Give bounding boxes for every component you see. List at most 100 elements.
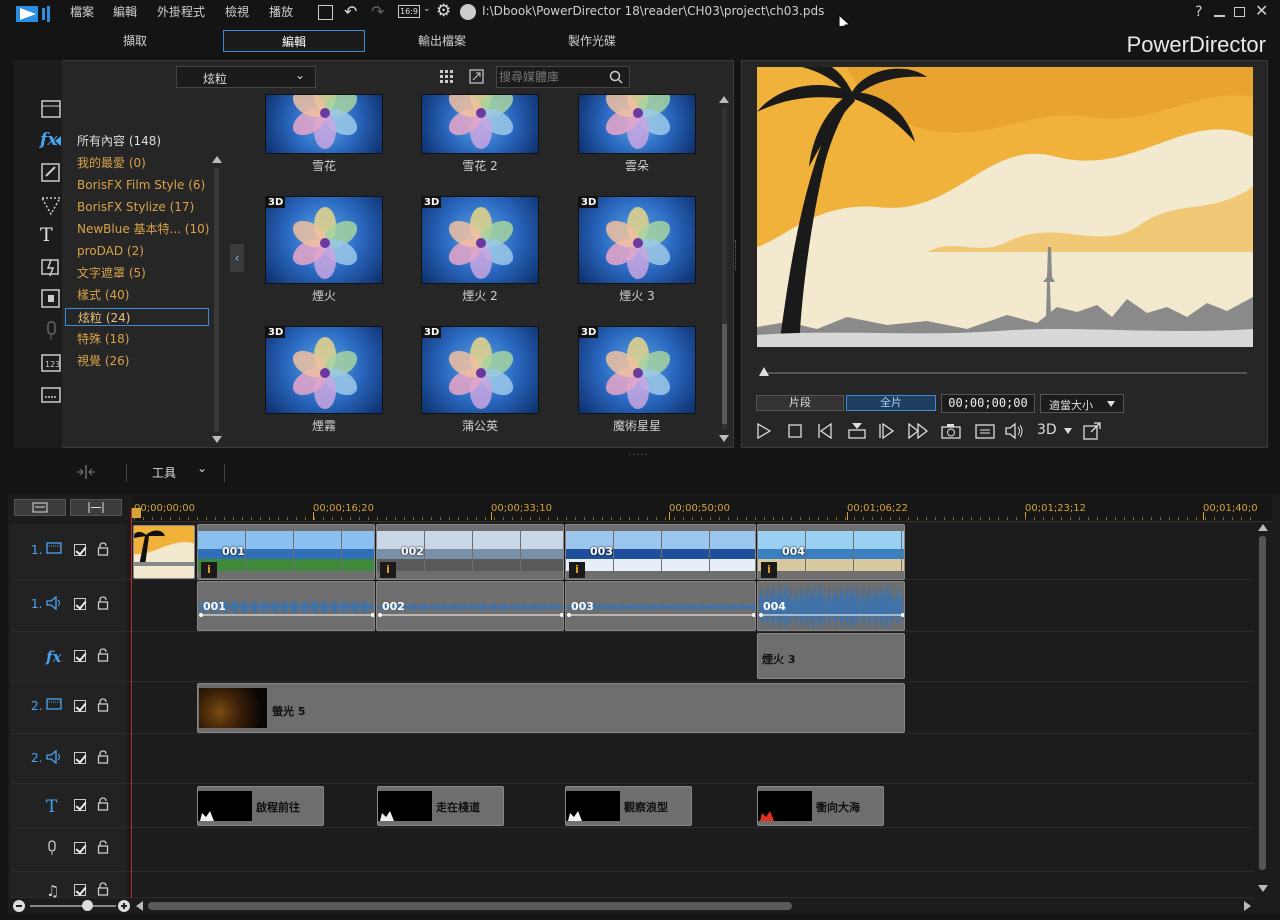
split-icon[interactable] bbox=[848, 422, 866, 440]
playhead[interactable] bbox=[131, 508, 132, 898]
pip-room-icon[interactable] bbox=[40, 162, 62, 184]
tab-produce[interactable]: 輸出檔案 bbox=[371, 30, 513, 52]
clip-info-icon[interactable]: i bbox=[569, 562, 585, 578]
timeline-vscrollbar[interactable] bbox=[1259, 536, 1266, 870]
track-enable-checkbox[interactable] bbox=[74, 752, 86, 764]
fx-clip[interactable]: 煙火 3 bbox=[757, 633, 905, 679]
minimize-icon[interactable] bbox=[1214, 15, 1225, 17]
title-clip[interactable]: 衝向大海 bbox=[757, 786, 884, 826]
track-enable-checkbox[interactable] bbox=[74, 884, 86, 896]
scroll-down-icon[interactable] bbox=[212, 436, 222, 443]
scrubber-handle[interactable] bbox=[759, 367, 769, 376]
category-item[interactable]: BorisFX Stylize (17) bbox=[65, 198, 209, 216]
particle-room-icon[interactable] bbox=[40, 194, 62, 216]
tab-edit[interactable]: 編輯 bbox=[223, 30, 365, 52]
track-lock-icon[interactable] bbox=[97, 698, 109, 712]
redo-icon[interactable]: ↷ bbox=[371, 2, 384, 21]
category-dropdown[interactable]: 炫粒 ⌄ bbox=[176, 66, 316, 88]
video-clip[interactable]: 002 i bbox=[376, 524, 564, 580]
zoom-fit-dropdown[interactable]: 適當大小 bbox=[1040, 394, 1124, 413]
track-lock-icon[interactable] bbox=[97, 882, 109, 896]
hscroll-right-icon[interactable] bbox=[1244, 901, 1251, 911]
fast-forward-icon[interactable] bbox=[908, 423, 930, 439]
track-lock-icon[interactable] bbox=[97, 596, 109, 610]
audio-clip[interactable]: 003 bbox=[565, 581, 756, 631]
track-enable-checkbox[interactable] bbox=[74, 700, 86, 712]
video-clip[interactable]: 001 i bbox=[197, 524, 375, 580]
chapter-room-icon[interactable]: 123 bbox=[40, 352, 62, 374]
effect-thumbnail[interactable]: 3D bbox=[265, 196, 383, 284]
track-lock-icon[interactable] bbox=[97, 542, 109, 556]
scroll-thumb[interactable] bbox=[722, 324, 727, 424]
hscroll-left-icon[interactable] bbox=[136, 901, 143, 911]
menu-file[interactable]: 檔案 bbox=[70, 3, 94, 20]
effect-thumbnail[interactable]: 3D bbox=[421, 196, 539, 284]
track-lock-icon[interactable] bbox=[97, 648, 109, 662]
track-enable-checkbox[interactable] bbox=[74, 842, 86, 854]
menu-edit[interactable]: 編輯 bbox=[113, 3, 137, 20]
media-room-icon[interactable] bbox=[40, 98, 62, 120]
transition-room-icon[interactable] bbox=[40, 256, 62, 278]
subtitle-toggle-icon[interactable] bbox=[975, 423, 995, 439]
chevron-down-icon[interactable]: ⌄ bbox=[197, 461, 207, 475]
zoom-out-icon[interactable] bbox=[13, 900, 25, 912]
settings-gear-icon[interactable]: ⚙ bbox=[436, 1, 451, 21]
undo-icon[interactable]: ↶ bbox=[344, 2, 357, 21]
subtitle-room-icon[interactable] bbox=[40, 384, 62, 406]
timeline-scroll-up-icon[interactable] bbox=[1258, 524, 1268, 531]
track-enable-checkbox[interactable] bbox=[74, 650, 86, 662]
menu-playback[interactable]: 播放 bbox=[269, 3, 293, 20]
restore-icon[interactable] bbox=[1234, 7, 1245, 17]
fit-timeline-button[interactable] bbox=[70, 499, 122, 516]
chevron-down-icon[interactable]: ⌄ bbox=[423, 4, 431, 14]
preview-scrubber[interactable] bbox=[759, 367, 1247, 376]
play-icon[interactable] bbox=[757, 423, 771, 439]
menu-plugins[interactable]: 外掛程式 bbox=[157, 3, 205, 20]
tools-menu[interactable]: 工具 bbox=[152, 464, 176, 481]
library-scrollbar[interactable] bbox=[719, 96, 729, 442]
stop-icon[interactable] bbox=[788, 424, 802, 438]
effect-thumbnail[interactable]: 3D bbox=[578, 326, 696, 414]
effect-thumbnail[interactable]: 3D bbox=[421, 326, 539, 414]
timeline-scroll-down-icon[interactable] bbox=[1258, 885, 1268, 892]
next-frame-icon[interactable] bbox=[879, 423, 895, 439]
aspect-ratio-button[interactable]: 16:9 bbox=[398, 5, 420, 18]
video-clip[interactable]: 004 i bbox=[757, 524, 905, 580]
expand-library-icon[interactable] bbox=[469, 69, 484, 84]
category-scrollbar[interactable] bbox=[212, 156, 222, 443]
zoom-slider[interactable] bbox=[30, 900, 116, 911]
vertical-splitter[interactable] bbox=[735, 240, 738, 270]
menu-view[interactable]: 檢視 bbox=[225, 3, 249, 20]
effect-thumbnail[interactable] bbox=[578, 94, 696, 154]
timeline-hscrollbar[interactable] bbox=[148, 902, 792, 910]
effect-thumbnail[interactable]: 3D bbox=[578, 196, 696, 284]
track-enable-checkbox[interactable] bbox=[74, 799, 86, 811]
overlay-clip[interactable]: 螢光 5 bbox=[197, 683, 905, 733]
snapshot-camera-icon[interactable] bbox=[941, 423, 961, 439]
track-manager-button[interactable] bbox=[14, 499, 66, 516]
category-item[interactable]: 炫粒 (24) bbox=[65, 308, 209, 326]
3d-mode-button[interactable]: 3D bbox=[1037, 422, 1057, 438]
category-item[interactable]: 所有內容 (148) bbox=[65, 132, 209, 150]
timecode-display[interactable]: 00;00;00;00 bbox=[941, 394, 1035, 413]
category-item[interactable]: 特殊 (18) bbox=[65, 330, 209, 348]
close-icon[interactable]: ✕ bbox=[1255, 1, 1268, 20]
clip-info-icon[interactable]: i bbox=[380, 562, 396, 578]
tab-create-disc[interactable]: 製作光碟 bbox=[521, 30, 663, 52]
movie-mode-button[interactable]: 全片 bbox=[846, 395, 936, 411]
scroll-up-icon[interactable] bbox=[719, 96, 729, 103]
video-clip[interactable]: 003 i bbox=[565, 524, 756, 580]
category-item[interactable]: 視覺 (26) bbox=[65, 352, 209, 370]
tab-capture[interactable]: 擷取 bbox=[64, 30, 206, 52]
category-item[interactable]: proDAD (2) bbox=[65, 242, 209, 260]
search-input[interactable] bbox=[499, 69, 603, 85]
search-icon[interactable] bbox=[609, 70, 623, 84]
snap-icon[interactable] bbox=[75, 464, 97, 480]
track-enable-checkbox[interactable] bbox=[74, 544, 86, 556]
video-clip-intro[interactable] bbox=[133, 525, 195, 579]
category-item[interactable]: 文字遮罩 (5) bbox=[65, 264, 209, 282]
scroll-down-icon[interactable] bbox=[719, 435, 729, 442]
scroll-up-icon[interactable] bbox=[212, 156, 222, 163]
clip-info-icon[interactable]: i bbox=[761, 562, 777, 578]
category-item[interactable]: 我的最愛 (0) bbox=[65, 154, 209, 172]
